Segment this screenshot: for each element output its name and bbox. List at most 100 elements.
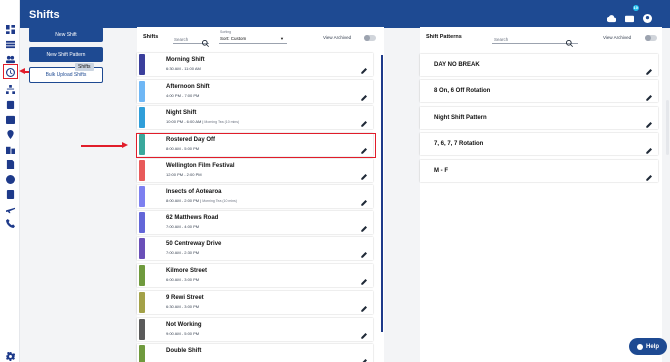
user-account-icon[interactable] [643, 10, 652, 23]
edit-pencil-icon[interactable] [646, 168, 652, 181]
shift-break: Morning Tea (10 mins) [204, 120, 240, 124]
shift-card[interactable]: 9 Rewi Street 6:30 AM - 3:00 PM [137, 291, 373, 314]
shift-name: Afternoon Shift [166, 84, 210, 90]
mail-icon[interactable]: 10 [625, 5, 639, 23]
edit-pencil-icon[interactable] [361, 61, 367, 74]
shift-time-range: 6:30 AM - 11:00 AM [166, 66, 201, 71]
shift-name: Morning Shift [166, 57, 205, 63]
edit-pencil-icon[interactable] [646, 62, 652, 75]
dashboard-icon[interactable] [5, 24, 15, 34]
shift-card[interactable]: Night Shift 10:00 PM - 6:00 AM|Morning Te… [137, 106, 373, 129]
edit-pencil-icon[interactable] [646, 88, 652, 101]
shift-name: Not Working [166, 322, 202, 328]
pattern-name: Night Shift Pattern [434, 115, 487, 121]
sort-select[interactable]: Sort: Custom [220, 36, 246, 41]
shift-color-bar [139, 345, 145, 362]
shift-color-bar [139, 186, 145, 207]
pattern-card[interactable]: 7, 6, 7, 7 Rotation [420, 133, 658, 155]
notification-badge: 10 [632, 5, 639, 11]
edit-pencil-icon[interactable] [361, 114, 367, 127]
bulk-upload-label: Bulk Upload Shifts [45, 72, 87, 78]
shift-patterns-panel: Shift Patterns Search View Archived [420, 27, 662, 362]
chevron-down-icon[interactable]: ▼ [280, 36, 284, 41]
shifts-scrollbar[interactable] [381, 55, 383, 332]
shift-time: 6:00 AM - 3:00 PM [166, 277, 199, 282]
building-icon[interactable] [5, 144, 15, 154]
shift-card[interactable]: Wellington Film Festival 12:00 PM - 2:00 … [137, 159, 373, 182]
list-icon[interactable] [5, 39, 15, 49]
settings-gear-icon[interactable] [5, 348, 16, 361]
cloud-upload-icon[interactable] [606, 10, 617, 23]
shift-card[interactable]: Afternoon Shift 4:00 PM - 7:00 PM [137, 80, 373, 103]
edit-pencil-icon[interactable] [361, 219, 367, 232]
edit-pencil-icon[interactable] [361, 326, 367, 339]
location-icon[interactable] [5, 129, 15, 139]
new-shift-pattern-button[interactable]: New Shift Pattern [29, 47, 103, 62]
shift-color-bar [139, 160, 145, 181]
help-label: Help [645, 343, 659, 350]
plane-icon[interactable] [5, 204, 15, 214]
edit-pencil-icon[interactable] [646, 141, 652, 154]
search-icon[interactable] [566, 34, 573, 47]
shift-time-range: 9:00 AM - 5:00 PM [166, 331, 200, 336]
edit-pencil-icon[interactable] [361, 88, 367, 101]
top-bar: Shifts 10 [20, 0, 670, 28]
shift-name: Wellington Film Festival [166, 163, 235, 169]
shift-name: 62 Matthews Road [166, 215, 219, 221]
clipboard-icon[interactable] [5, 99, 15, 109]
shifts-search-input[interactable]: Search [174, 37, 188, 42]
new-shift-button[interactable]: New Shift [29, 27, 103, 42]
shift-color-bar [139, 54, 145, 75]
shift-time-range: 6:00 AM - 3:00 PM [166, 277, 200, 282]
calendar-icon[interactable] [5, 114, 15, 124]
edit-pencil-icon[interactable] [361, 299, 367, 312]
edit-pencil-icon[interactable] [361, 352, 367, 362]
edit-pencil-icon[interactable] [646, 115, 652, 128]
document-icon[interactable] [5, 159, 15, 169]
shifts-view-archived-toggle[interactable] [364, 35, 376, 41]
shift-card[interactable]: 50 Centreway Drive 7:00 AM - 2:30 PM [137, 237, 373, 260]
shift-card[interactable]: Double Shift [137, 344, 373, 362]
pattern-name: 7, 6, 7, 7 Rotation [434, 141, 484, 147]
pattern-card[interactable]: M - F [420, 160, 658, 182]
edit-pencil-icon[interactable] [361, 167, 367, 180]
page-scrollbar[interactable] [666, 100, 669, 155]
shift-card[interactable]: Not Working 9:00 AM - 5:00 PM [137, 318, 373, 341]
shift-color-bar [139, 238, 145, 259]
pattern-card[interactable]: 8 On, 6 Off Rotation [420, 80, 658, 102]
edit-pencil-icon[interactable] [361, 272, 367, 285]
shift-name: Kilmore Street [166, 268, 208, 274]
help-button[interactable]: Help [629, 338, 667, 355]
dollar-icon[interactable] [5, 174, 15, 184]
shift-time: 6:30 AM - 11:00 AM [166, 66, 201, 71]
patterns-view-archived-label: View Archived [603, 35, 632, 40]
patterns-search-input[interactable]: Search [494, 37, 508, 42]
sidebar [0, 0, 20, 362]
shift-card[interactable]: Kilmore Street 6:00 AM - 3:00 PM [137, 264, 373, 287]
shifts-panel-title: Shifts [143, 34, 159, 40]
pattern-card[interactable]: DAY NO BREAK [420, 54, 658, 76]
reports-icon[interactable] [5, 189, 15, 199]
annotation-arrow-right [81, 142, 128, 148]
shift-time-range: 6:30 AM - 3:00 PM [166, 304, 200, 309]
org-chart-icon[interactable] [5, 84, 15, 94]
edit-pencil-icon[interactable] [361, 245, 367, 258]
phone-icon[interactable] [5, 218, 15, 228]
page-title: Shifts [29, 9, 60, 21]
shift-card[interactable]: Insects of Aotearoa 8:00 AM - 2:00 PM|Mor… [137, 185, 373, 208]
shift-break: Morning Tea (10 mins) [202, 199, 237, 203]
shift-time: 12:00 PM - 2:00 PM [166, 172, 202, 177]
shift-color-bar [139, 107, 145, 128]
pattern-card[interactable]: Night Shift Pattern [420, 107, 658, 129]
pattern-name: DAY NO BREAK [434, 62, 480, 68]
search-icon[interactable] [202, 34, 209, 47]
shift-time: 10:00 PM - 6:00 AM|Morning Tea (10 mins) [166, 119, 240, 124]
shift-time-range: 10:00 PM - 6:00 AM [166, 119, 202, 124]
pattern-name: M - F [434, 168, 448, 174]
people-icon[interactable] [5, 54, 15, 64]
shift-card[interactable]: Morning Shift 6:30 AM - 11:00 AM [137, 53, 373, 76]
edit-pencil-icon[interactable] [361, 193, 367, 206]
patterns-view-archived-toggle[interactable] [645, 35, 657, 41]
shift-card[interactable]: 62 Matthews Road 7:00 AM - 4:00 PM [137, 211, 373, 234]
shifts-tooltip: Shifts [75, 63, 94, 71]
